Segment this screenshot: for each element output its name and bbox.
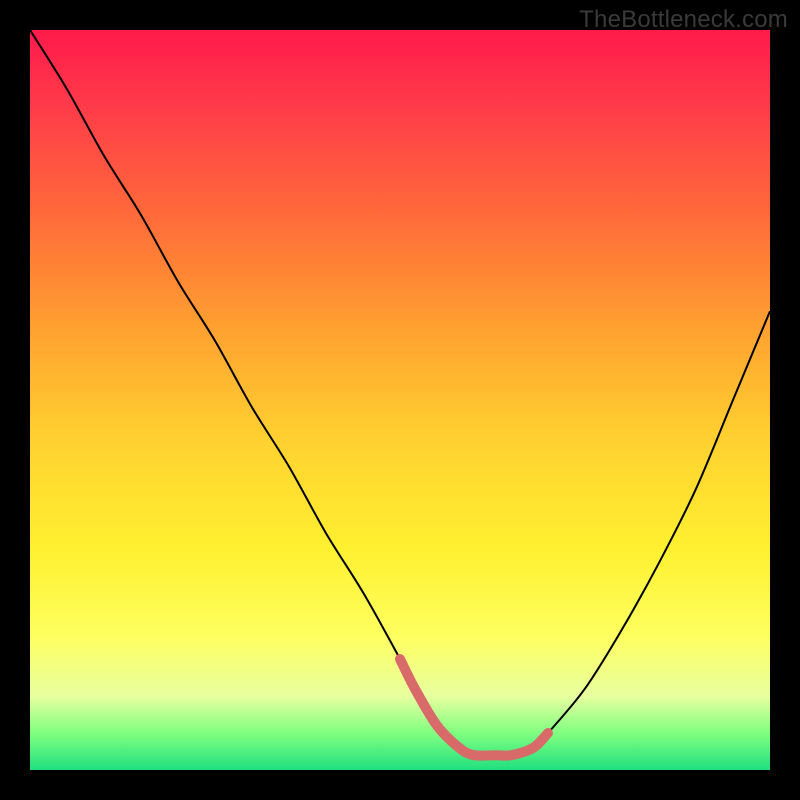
plot-area [30,30,770,770]
highlight-region-path [400,659,548,756]
chart-svg [30,30,770,770]
chart-container: TheBottleneck.com [0,0,800,800]
bottleneck-curve-path [30,30,770,756]
